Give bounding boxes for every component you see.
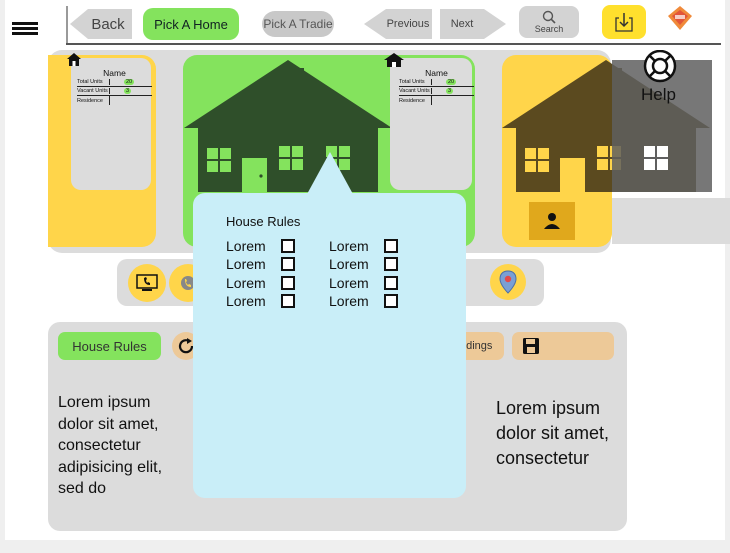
pick-a-tradie-button[interactable]: Pick A Tradie (262, 11, 334, 37)
unit-table-center: Name Total Units 20 Vacant Units 3 Residen… (399, 68, 474, 105)
row-label: Total Units (77, 79, 103, 85)
rule-checkbox[interactable] (383, 257, 398, 271)
rule-label: Lorem (226, 275, 266, 291)
location-button[interactable] (490, 264, 526, 300)
home-icon (384, 53, 404, 67)
rule-checkbox[interactable] (280, 294, 295, 308)
row-label: Residence (77, 97, 103, 104)
rule-label: Lorem (329, 256, 369, 272)
previous-label: Previous (386, 18, 430, 30)
row-value: 3 (446, 88, 454, 94)
rule-checkbox[interactable] (280, 257, 295, 271)
description-text-right: Lorem ipsum dolor sit amet, consectetur (496, 398, 610, 468)
rule-checkbox[interactable] (280, 239, 295, 253)
rule-item[interactable]: Lorem (226, 238, 295, 254)
rule-label: Lorem (329, 238, 369, 254)
house-icon (184, 60, 392, 192)
description-text-left: Lorem ipsum dolor sit amet, consectetur … (58, 394, 163, 497)
popover-title: House Rules (226, 214, 301, 229)
toolbar-underline (66, 43, 721, 45)
rule-checkbox[interactable] (280, 276, 295, 290)
row-label: Vacant Units (399, 88, 430, 94)
home-icon (67, 53, 81, 66)
user-icon (544, 213, 560, 229)
floppy-disk-icon (523, 338, 539, 354)
row-label: Residence (399, 97, 425, 104)
rule-item[interactable]: Lorem (329, 238, 398, 254)
row-value: 20 (446, 79, 457, 85)
help-button[interactable]: Help (640, 50, 680, 108)
search-label: Search (534, 24, 564, 34)
rule-item[interactable]: Lorem (329, 293, 398, 309)
unit-table-left: Name Total Units 20 Vacant Units 3 Residen… (77, 68, 152, 105)
help-label: Help (641, 85, 676, 104)
rule-checkbox[interactable] (383, 294, 398, 308)
profile-button[interactable] (529, 202, 575, 240)
phone-screen-icon (136, 274, 158, 291)
pick-a-home-button[interactable]: Pick A Home (143, 8, 239, 40)
rule-label: Lorem (226, 256, 266, 272)
lifebuoy-icon (643, 50, 677, 83)
pick-a-tradie-label: Pick A Tradie (263, 17, 333, 31)
rule-label: Lorem (329, 293, 369, 309)
rule-item[interactable]: Lorem (226, 293, 295, 309)
save-tab[interactable] (512, 332, 614, 360)
rule-label: Lorem (226, 293, 266, 309)
rule-checkbox[interactable] (383, 239, 398, 253)
rule-item[interactable]: Lorem (226, 275, 295, 291)
rule-item[interactable]: Lorem (329, 275, 398, 291)
rule-checkbox[interactable] (383, 276, 398, 290)
row-label: Total Units (399, 79, 425, 85)
house-overlay-detail (644, 146, 668, 170)
app-logo[interactable] (667, 5, 693, 31)
row-value: 20 (124, 79, 135, 85)
search-icon (542, 10, 556, 24)
back-label: Back (91, 15, 125, 33)
rule-item[interactable]: Lorem (226, 256, 295, 272)
rule-label: Lorem (329, 275, 369, 291)
row-label: Vacant Units (77, 88, 108, 94)
menu-icon[interactable] (12, 22, 38, 36)
unit-name: Name (103, 68, 126, 78)
pick-a-home-label: Pick A Home (154, 16, 228, 32)
help-strip (612, 198, 730, 244)
download-button[interactable] (602, 5, 646, 39)
next-label: Next (450, 18, 474, 30)
search-button[interactable]: Search (519, 6, 579, 38)
row-value: 3 (124, 88, 132, 94)
unit-name: Name (425, 68, 448, 78)
call-button[interactable] (128, 264, 166, 302)
download-icon (615, 13, 633, 32)
rule-item[interactable]: Lorem (329, 256, 398, 272)
house-rules-tab[interactable]: House Rules (58, 332, 161, 360)
map-pin-icon (499, 270, 517, 294)
toolbar-divider (66, 6, 68, 44)
house-rules-tab-label: House Rules (72, 338, 147, 354)
rule-label: Lorem (226, 238, 266, 254)
